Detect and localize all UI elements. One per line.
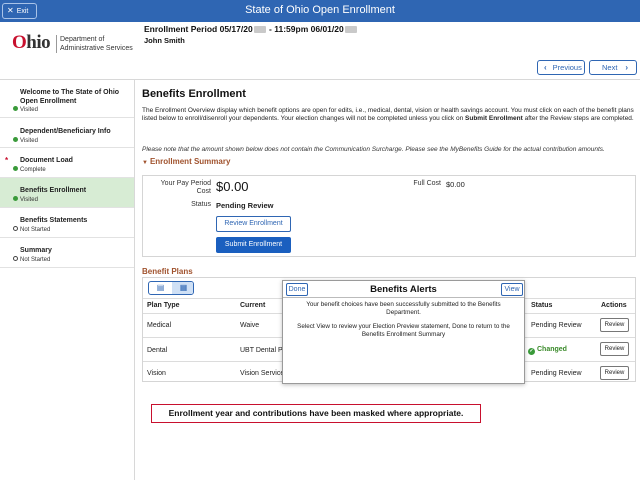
pay-period-cost-value: $0.00	[216, 179, 249, 194]
intro-text: The Enrollment Overview display which be…	[142, 107, 634, 122]
enrollment-period: Enrollment Period 05/17/20 - 11:59pm 06/…	[144, 24, 358, 34]
app-title: State of Ohio Open Enrollment	[245, 4, 395, 16]
status-cell: Pending Review	[531, 322, 582, 329]
column-header-current: Current	[240, 302, 266, 309]
current-cell: Waive	[240, 322, 260, 329]
masking-notice: Enrollment year and contributions have b…	[151, 404, 481, 423]
sidebar-item-benefits-enrollment[interactable]: Benefits Enrollment Visited	[0, 178, 134, 208]
not-started-circle-icon	[13, 226, 18, 231]
visited-dot-icon	[13, 137, 18, 142]
sidebar-item-label: Benefits Statements	[20, 217, 88, 224]
submit-enrollment-button[interactable]: Submit Enrollment	[216, 237, 291, 253]
status-label: Status	[191, 201, 211, 208]
chevron-left-icon: ‹	[544, 63, 547, 72]
sidebar-item-summary[interactable]: Summary Not Started	[0, 238, 134, 268]
benefits-alerts-modal: Done Benefits Alerts View Your benefit c…	[282, 280, 525, 384]
surcharge-note: Please note that the amount shown below …	[142, 146, 605, 153]
review-button[interactable]: Review	[600, 366, 629, 380]
department-name: Department of Administrative Services	[60, 36, 133, 52]
view-button[interactable]: View	[501, 283, 523, 296]
modal-title: Benefits Alerts	[370, 284, 437, 295]
sidebar-item-label: Welcome to The State of Ohio Open Enroll…	[20, 89, 120, 105]
list-view-icon[interactable]: ▤	[149, 282, 172, 294]
sidebar-item-status: Not Started	[13, 226, 50, 233]
review-button[interactable]: Review	[600, 342, 629, 356]
modal-message-submitted: Your benefit choices have been successfu…	[306, 301, 501, 316]
review-enrollment-button[interactable]: Review Enrollment	[216, 216, 291, 232]
logo-divider	[56, 35, 57, 53]
logo-wordmark: Ohio	[12, 32, 51, 53]
review-button[interactable]: Review	[600, 318, 629, 332]
previous-button[interactable]: ‹ Previous	[537, 60, 585, 75]
sidebar-item-status: Visited	[13, 196, 38, 203]
grid-view-toggle: ▤ ▦	[148, 281, 194, 295]
grid-view-icon[interactable]: ▦	[172, 282, 193, 294]
sidebar-item-label: Dependent/Beneficiary Info	[20, 128, 111, 135]
plan-type-cell: Medical	[147, 322, 172, 329]
modal-divider	[283, 297, 524, 298]
sidebar-item-status: Not Started	[13, 256, 50, 263]
sidebar-item-dependent-info[interactable]: Dependent/Beneficiary Info Visited	[0, 118, 134, 148]
column-header-actions: Actions	[601, 302, 627, 309]
enrollment-summary-toggle[interactable]: ▼ Enrollment Summary	[142, 157, 230, 166]
column-header-status: Status	[531, 302, 553, 309]
next-button[interactable]: Next ›	[589, 60, 637, 75]
masked-year	[253, 26, 266, 33]
plan-type-cell: Vision	[147, 370, 166, 377]
status-cell: ✓ Changed	[528, 346, 567, 355]
complete-dot-icon	[13, 166, 18, 171]
sidebar-item-status: Visited	[13, 137, 38, 144]
enrollment-summary-panel: Your Pay Period Cost $0.00 Full Cost $0.…	[142, 175, 636, 257]
status-cell: Pending Review	[531, 370, 582, 377]
user-name: John Smith	[144, 36, 185, 45]
sidebar-item-document-load[interactable]: * Document Load Complete	[0, 148, 134, 178]
plan-type-cell: Dental	[147, 347, 168, 354]
page-title: Benefits Enrollment	[142, 88, 246, 100]
triangle-down-icon: ▼	[142, 160, 148, 166]
benefit-plans-heading: Benefit Plans	[142, 267, 193, 276]
sidebar-item-label: Document Load	[20, 157, 73, 164]
required-star-icon: *	[5, 156, 9, 165]
not-started-circle-icon	[13, 256, 18, 261]
sidebar-item-label: Summary	[20, 247, 52, 254]
top-bar: ✕ Exit State of Ohio Open Enrollment	[0, 0, 640, 22]
current-cell: UBT Dental P	[240, 347, 283, 354]
check-icon: ✓	[528, 348, 535, 355]
sidebar-item-status: Complete	[13, 166, 46, 173]
full-cost-label: Full Cost	[413, 180, 441, 187]
visited-dot-icon	[13, 196, 18, 201]
full-cost-value: $0.00	[446, 180, 465, 189]
column-header-plan-type: Plan Type	[147, 302, 180, 309]
status-value: Pending Review	[216, 201, 274, 210]
visited-dot-icon	[13, 106, 18, 111]
sidebar-item-benefits-statements[interactable]: Benefits Statements Not Started	[0, 208, 134, 238]
header: Ohio Department of Administrative Servic…	[0, 22, 640, 80]
sidebar-item-status: Visited	[13, 106, 38, 113]
modal-message-instructions: Select View to review your Election Prev…	[297, 323, 510, 338]
sidebar-item-welcome[interactable]: Welcome to The State of Ohio Open Enroll…	[0, 84, 134, 118]
pay-period-cost-label: Your Pay Period Cost	[160, 180, 211, 195]
chevron-right-icon: ›	[625, 63, 629, 72]
sidebar: Welcome to The State of Ohio Open Enroll…	[0, 80, 135, 480]
masked-year	[344, 26, 357, 33]
sidebar-item-label: Benefits Enrollment	[20, 187, 87, 194]
current-cell: Vision Service	[240, 370, 285, 377]
